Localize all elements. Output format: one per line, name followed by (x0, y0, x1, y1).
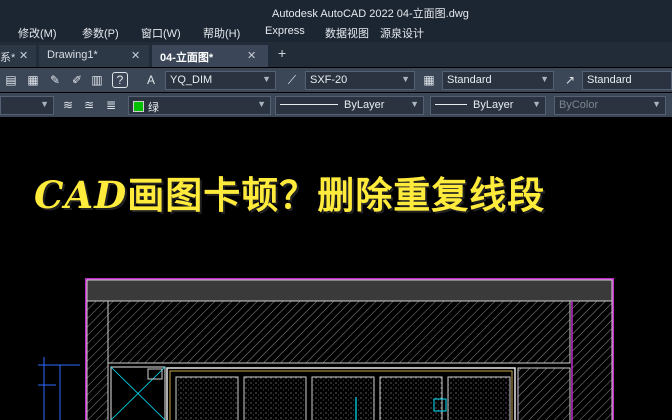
plotstyle-select: ByColor ▼ (554, 96, 666, 115)
layer-select[interactable]: ▼ (0, 96, 54, 115)
elevation-drawing (38, 278, 614, 420)
layer-previous-icon[interactable]: ≊ (80, 96, 98, 114)
menu-data-view[interactable]: 数据视图 (325, 25, 369, 41)
multileader-icon[interactable]: ⟋ (283, 71, 301, 89)
headline-cad: CAD (34, 173, 128, 217)
color-select[interactable]: 绿 ▼ (128, 96, 271, 115)
chevron-down-icon: ▼ (257, 99, 266, 109)
chevron-down-icon: ▼ (401, 74, 410, 84)
multileader-style-value: SXF-20 (310, 74, 348, 86)
close-icon[interactable]: ✕ (247, 49, 256, 62)
line-sample-icon (280, 104, 338, 105)
close-icon[interactable]: ✕ (131, 49, 140, 62)
paint-icon[interactable]: ✎ (46, 71, 64, 89)
menu-help[interactable]: 帮助(H) (203, 25, 240, 41)
help-icon[interactable]: ? (112, 72, 128, 88)
calculator-icon[interactable]: ▥ (88, 71, 106, 89)
drawing-canvas[interactable]: CAD画图卡顿？删除重复线段 (0, 117, 672, 420)
line-sample-icon (435, 104, 467, 105)
chevron-down-icon: ▼ (652, 99, 661, 109)
promo-headline: CAD画图卡顿？删除重复线段 (34, 165, 545, 219)
menu-parameters[interactable]: 参数(P) (82, 25, 119, 41)
chevron-down-icon: ▼ (540, 74, 549, 84)
title-bar: Autodesk AutoCAD 2022 04-立面图.dwg (0, 0, 672, 22)
dimension-style-value: YQ_DIM (170, 74, 213, 86)
table-style-value: Standard (447, 74, 492, 86)
layer-icon[interactable]: ▤ (2, 71, 20, 89)
chevron-down-icon: ▼ (410, 99, 419, 109)
add-tab-icon[interactable]: + (278, 45, 286, 61)
text-style-icon[interactable]: A (142, 71, 160, 89)
lineweight-select[interactable]: ByLayer ▼ (430, 96, 546, 115)
color-value: 绿 (148, 102, 159, 114)
table-style-select[interactable]: Standard ▼ (442, 71, 554, 90)
menu-window[interactable]: 窗口(W) (141, 25, 181, 41)
multileader-style-select[interactable]: SXF-20 ▼ (305, 71, 415, 90)
close-icon[interactable]: ✕ (19, 49, 28, 62)
ceiling-band (86, 279, 613, 302)
leader-style-icon[interactable]: ↗ (561, 71, 579, 89)
chevron-down-icon: ▼ (40, 99, 49, 109)
menu-bar: 修改(M) 参数(P) 窗口(W) 帮助(H) Express 数据视图 源泉设… (0, 22, 672, 42)
properties-toolbar: ▼ ≋ ≊ ≣ 绿 ▼ ByLayer ▼ ByLayer ▼ ByColor … (0, 93, 672, 117)
left-wall-hatch (86, 300, 109, 420)
multileader-standard-value: Standard (587, 74, 632, 86)
grid-icon[interactable]: ▦ (24, 71, 42, 89)
menu-modify[interactable]: 修改(M) (18, 25, 57, 41)
right-wall-hatch (571, 300, 613, 420)
multileader-standard-select[interactable]: Standard (582, 71, 672, 90)
table-icon[interactable]: ▦ (420, 71, 438, 89)
menu-yuanquan-design[interactable]: 源泉设计 (380, 25, 424, 41)
tab-previous[interactable]: 系* (0, 45, 36, 67)
green-swatch-icon (133, 101, 144, 112)
chevron-down-icon: ▼ (262, 74, 271, 84)
window-title: Autodesk AutoCAD 2022 04-立面图.dwg (272, 8, 469, 20)
linetype-select[interactable]: ByLayer ▼ (275, 96, 424, 115)
file-tab-bar: 系* ✕ Drawing1* ✕ 04-立面图* ✕ (0, 42, 672, 67)
menu-express[interactable]: Express (265, 25, 305, 37)
tab-label: 04-立面图* (160, 52, 214, 64)
lineweight-value: ByLayer (473, 99, 514, 111)
edit-icon[interactable]: ✐ (68, 71, 86, 89)
chevron-down-icon: ▼ (532, 99, 541, 109)
layer-match-icon[interactable]: ≋ (59, 96, 77, 114)
tab-label: 系* (0, 52, 16, 64)
dimension-style-select[interactable]: YQ_DIM ▼ (165, 71, 276, 90)
plotstyle-value: ByColor (559, 99, 599, 111)
soffit-hatch (107, 300, 571, 364)
tab-label: Drawing1* (47, 49, 98, 61)
headline-text: 画图卡顿？删除重复线段 (127, 174, 546, 217)
styles-toolbar: ▤ ▦ ✎ ✐ ▥ ? A YQ_DIM ▼ ⟋ SXF-20 ▼ ▦ Stan… (0, 68, 672, 92)
linetype-value: ByLayer (344, 99, 385, 111)
layer-state-icon[interactable]: ≣ (102, 96, 120, 114)
